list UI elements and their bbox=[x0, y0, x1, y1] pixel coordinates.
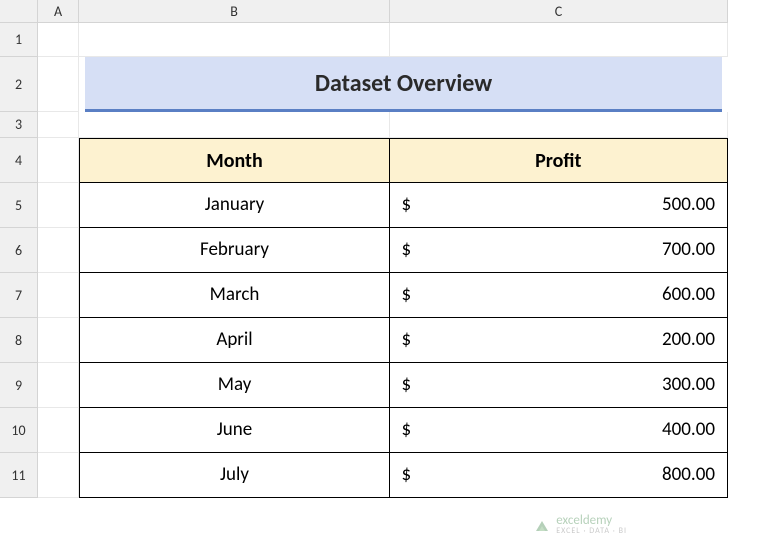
table-cell-profit[interactable]: $800.00 bbox=[389, 452, 729, 499]
select-all-corner[interactable] bbox=[0, 0, 38, 23]
row-header-1[interactable]: 1 bbox=[0, 23, 38, 57]
profit-value: 600.00 bbox=[411, 283, 715, 306]
dataset-title[interactable]: Dataset Overview bbox=[85, 57, 722, 112]
table-cell-month[interactable]: June bbox=[79, 407, 390, 454]
currency-symbol: $ bbox=[402, 373, 412, 396]
table-cell-profit[interactable]: $400.00 bbox=[389, 407, 729, 454]
currency-symbol: $ bbox=[402, 238, 412, 261]
profit-value: 800.00 bbox=[411, 463, 715, 486]
watermark-tagline: EXCEL · DATA · BI bbox=[556, 526, 627, 536]
profit-value: 400.00 bbox=[411, 418, 715, 441]
watermark-logo-icon bbox=[534, 517, 550, 533]
cell-A3[interactable] bbox=[38, 112, 79, 138]
cell-A11[interactable] bbox=[38, 453, 79, 498]
cell-C1[interactable] bbox=[390, 23, 728, 57]
cell-A1[interactable] bbox=[38, 23, 79, 57]
cell-B3[interactable] bbox=[79, 112, 390, 138]
cell-A5[interactable] bbox=[38, 183, 79, 228]
cell-A2[interactable] bbox=[38, 57, 79, 112]
cell-A4[interactable] bbox=[38, 138, 79, 183]
currency-symbol: $ bbox=[402, 463, 412, 486]
row-header-9[interactable]: 9 bbox=[0, 363, 38, 408]
profit-value: 200.00 bbox=[411, 328, 715, 351]
profit-value: 700.00 bbox=[411, 238, 715, 261]
table-header-month[interactable]: Month bbox=[79, 138, 390, 183]
table-cell-profit[interactable]: $300.00 bbox=[389, 362, 729, 409]
table-cell-month[interactable]: July bbox=[79, 452, 390, 499]
table-cell-profit[interactable]: $700.00 bbox=[389, 227, 729, 274]
column-header-C[interactable]: C bbox=[390, 0, 728, 23]
profit-value: 300.00 bbox=[411, 373, 715, 396]
cell-A9[interactable] bbox=[38, 363, 79, 408]
cell-A8[interactable] bbox=[38, 318, 79, 363]
cell-B1[interactable] bbox=[79, 23, 390, 57]
spreadsheet-grid: A B C 1 2 Dataset Overview 3 4 Month Pro… bbox=[0, 0, 767, 498]
cell-A7[interactable] bbox=[38, 273, 79, 318]
table-cell-profit[interactable]: $500.00 bbox=[389, 182, 729, 229]
table-cell-profit[interactable]: $600.00 bbox=[389, 272, 729, 319]
profit-value: 500.00 bbox=[411, 193, 715, 216]
row-header-6[interactable]: 6 bbox=[0, 228, 38, 273]
table-cell-profit[interactable]: $200.00 bbox=[389, 317, 729, 364]
column-header-A[interactable]: A bbox=[38, 0, 79, 23]
cell-C3[interactable] bbox=[390, 112, 728, 138]
currency-symbol: $ bbox=[402, 283, 412, 306]
table-cell-month[interactable]: February bbox=[79, 227, 390, 274]
row-header-5[interactable]: 5 bbox=[0, 183, 38, 228]
table-cell-month[interactable]: April bbox=[79, 317, 390, 364]
table-cell-month[interactable]: January bbox=[79, 182, 390, 229]
currency-symbol: $ bbox=[402, 193, 412, 216]
row-header-7[interactable]: 7 bbox=[0, 273, 38, 318]
row-header-8[interactable]: 8 bbox=[0, 318, 38, 363]
watermark: exceldemy EXCEL · DATA · BI bbox=[534, 513, 627, 536]
row-header-11[interactable]: 11 bbox=[0, 453, 38, 498]
currency-symbol: $ bbox=[402, 418, 412, 441]
table-header-profit[interactable]: Profit bbox=[389, 138, 729, 183]
table-cell-month[interactable]: March bbox=[79, 272, 390, 319]
row-header-2[interactable]: 2 bbox=[0, 57, 38, 112]
row-header-4[interactable]: 4 bbox=[0, 138, 38, 183]
row-header-3[interactable]: 3 bbox=[0, 112, 38, 138]
watermark-text: exceldemy EXCEL · DATA · BI bbox=[556, 513, 627, 536]
cell-A10[interactable] bbox=[38, 408, 79, 453]
currency-symbol: $ bbox=[402, 328, 412, 351]
table-cell-month[interactable]: May bbox=[79, 362, 390, 409]
cell-A6[interactable] bbox=[38, 228, 79, 273]
column-header-B[interactable]: B bbox=[79, 0, 390, 23]
row-header-10[interactable]: 10 bbox=[0, 408, 38, 453]
watermark-brand: exceldemy bbox=[556, 513, 612, 528]
